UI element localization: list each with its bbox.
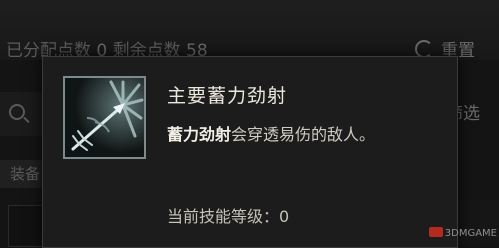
skill-level-label: 当前技能等级： <box>167 207 280 226</box>
skill-title: 主要蓄力劲射 <box>167 85 288 107</box>
piercing-arrow-icon <box>65 78 144 157</box>
watermark: 3DMGAME <box>428 227 497 239</box>
watermark-logo-icon <box>428 227 443 237</box>
equip-label: 装备 <box>10 165 41 183</box>
search-icon <box>9 104 25 120</box>
skill-level-value: 0 <box>279 207 290 226</box>
skill-description-text: 会穿透易伤的敌人。 <box>231 125 376 144</box>
skill-name-highlight: 蓄力劲射 <box>167 125 232 144</box>
skill-description: 蓄力劲射会穿透易伤的敌人。 <box>167 121 375 145</box>
watermark-text: 3DMGAME <box>444 228 497 239</box>
skill-level: 当前技能等级：0 <box>167 203 289 227</box>
skill-icon-frame <box>63 76 146 159</box>
skill-tooltip: 主要蓄力劲射 蓄力劲射会穿透易伤的敌人。 当前技能等级：0 <box>42 56 458 248</box>
